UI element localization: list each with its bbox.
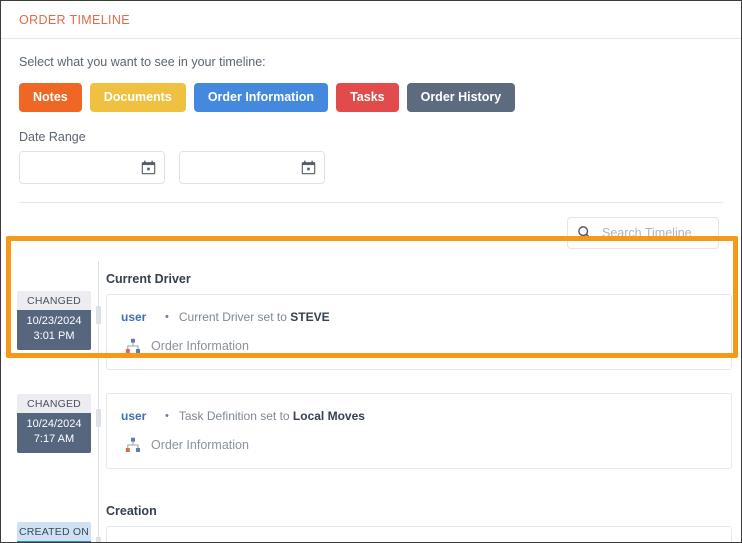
search-wrap	[567, 217, 719, 249]
filter-section: Select what you want to see in your time…	[1, 39, 741, 203]
timeline-connector-notch	[96, 409, 101, 427]
date-from-wrap	[19, 151, 165, 184]
filter-chip-tasks[interactable]: Tasks	[336, 83, 399, 112]
event-line: user • Task Definition set to Local Move…	[121, 409, 717, 423]
status-badge-datetime: 10/24/2024 7:17 AM	[17, 413, 91, 453]
badge-time: 7:17 AM	[17, 432, 91, 447]
timeline-entry-meta: CHANGED 10/24/2024 7:17 AM	[1, 383, 98, 493]
timeline-entry: CREATED ON 10/15/2024 7:26 AM Creation U…	[1, 493, 741, 543]
date-range-label: Date Range	[19, 130, 723, 144]
filter-chip-order-history[interactable]: Order History	[407, 83, 516, 112]
event-text-prefix: Current Driver set to	[179, 310, 290, 324]
event-category: Order Information	[121, 437, 717, 453]
status-badge-label: CHANGED	[17, 394, 91, 413]
timeline-list: CHANGED 10/23/2024 3:01 PM Current Drive…	[1, 261, 741, 543]
search-row	[1, 203, 741, 261]
timeline-group-title: Current Driver	[106, 261, 732, 294]
timeline-entry-content: Creation User • created Order Number: 16…	[98, 493, 741, 543]
timeline-event-card[interactable]: user • Task Definition set to Local Move…	[106, 393, 732, 469]
event-text: Task Definition set to Local Moves	[179, 409, 365, 423]
event-actor[interactable]: user	[121, 310, 157, 324]
search-input[interactable]	[567, 217, 719, 249]
filter-prompt: Select what you want to see in your time…	[19, 55, 723, 69]
timeline-entry-content: Current Driver user • Current Driver set…	[98, 261, 741, 370]
event-category-label: Order Information	[151, 339, 249, 353]
event-text-strong: Local Moves	[293, 409, 365, 423]
calendar-icon[interactable]	[141, 160, 156, 175]
calendar-icon[interactable]	[301, 160, 316, 175]
timeline-entry-meta: CHANGED 10/23/2024 3:01 PM	[1, 261, 98, 383]
event-separator: •	[165, 411, 169, 422]
event-text-prefix: Task Definition set to	[179, 409, 293, 423]
badge-date: 10/24/2024	[17, 417, 91, 432]
status-badge[interactable]: CREATED ON 10/15/2024 7:26 AM	[17, 522, 91, 543]
timeline-entry: CHANGED 10/24/2024 7:17 AM user • Task D…	[1, 383, 741, 493]
status-badge-label: CHANGED	[17, 291, 91, 310]
event-category-label: Order Information	[151, 438, 249, 452]
sitemap-icon	[125, 338, 141, 354]
timeline-entry: CHANGED 10/23/2024 3:01 PM Current Drive…	[1, 261, 741, 383]
filter-chip-row: Notes Documents Order Information Tasks …	[19, 83, 723, 112]
event-separator: •	[165, 312, 169, 323]
status-badge-datetime: 10/23/2024 3:01 PM	[17, 310, 91, 350]
date-range-row	[19, 151, 723, 184]
timeline-connector-notch	[96, 306, 101, 324]
timeline-event-card[interactable]: user • Current Driver set to STEVE	[106, 294, 732, 370]
event-actor[interactable]: user	[121, 409, 157, 423]
timeline-group-title: Creation	[106, 493, 732, 526]
badge-date: 10/23/2024	[17, 314, 91, 329]
status-badge-label: CREATED ON	[17, 522, 91, 541]
event-category: Order Information	[121, 338, 717, 354]
page-title: ORDER TIMELINE	[19, 13, 130, 27]
badge-time: 3:01 PM	[17, 329, 91, 344]
event-text: Current Driver set to STEVE	[179, 310, 330, 324]
timeline-entry-meta: CREATED ON 10/15/2024 7:26 AM	[1, 493, 98, 543]
status-badge[interactable]: CHANGED 10/24/2024 7:17 AM	[17, 394, 91, 453]
date-to-wrap	[179, 151, 325, 184]
filter-chip-notes[interactable]: Notes	[19, 83, 82, 112]
panel-header: ORDER TIMELINE	[1, 1, 741, 39]
timeline-event-card[interactable]: User • created Order Number: 1623-235-24	[106, 526, 732, 543]
filter-chip-documents[interactable]: Documents	[90, 83, 186, 112]
order-timeline-window: ORDER TIMELINE Select what you want to s…	[0, 0, 742, 543]
event-line: user • Current Driver set to STEVE	[121, 310, 717, 324]
sitemap-icon	[125, 437, 141, 453]
timeline-entry-content: user • Task Definition set to Local Move…	[98, 383, 741, 469]
timeline-connector-notch	[96, 537, 101, 543]
event-text-strong: STEVE	[290, 310, 329, 324]
status-badge[interactable]: CHANGED 10/23/2024 3:01 PM	[17, 291, 91, 350]
filter-chip-order-information[interactable]: Order Information	[194, 83, 328, 112]
